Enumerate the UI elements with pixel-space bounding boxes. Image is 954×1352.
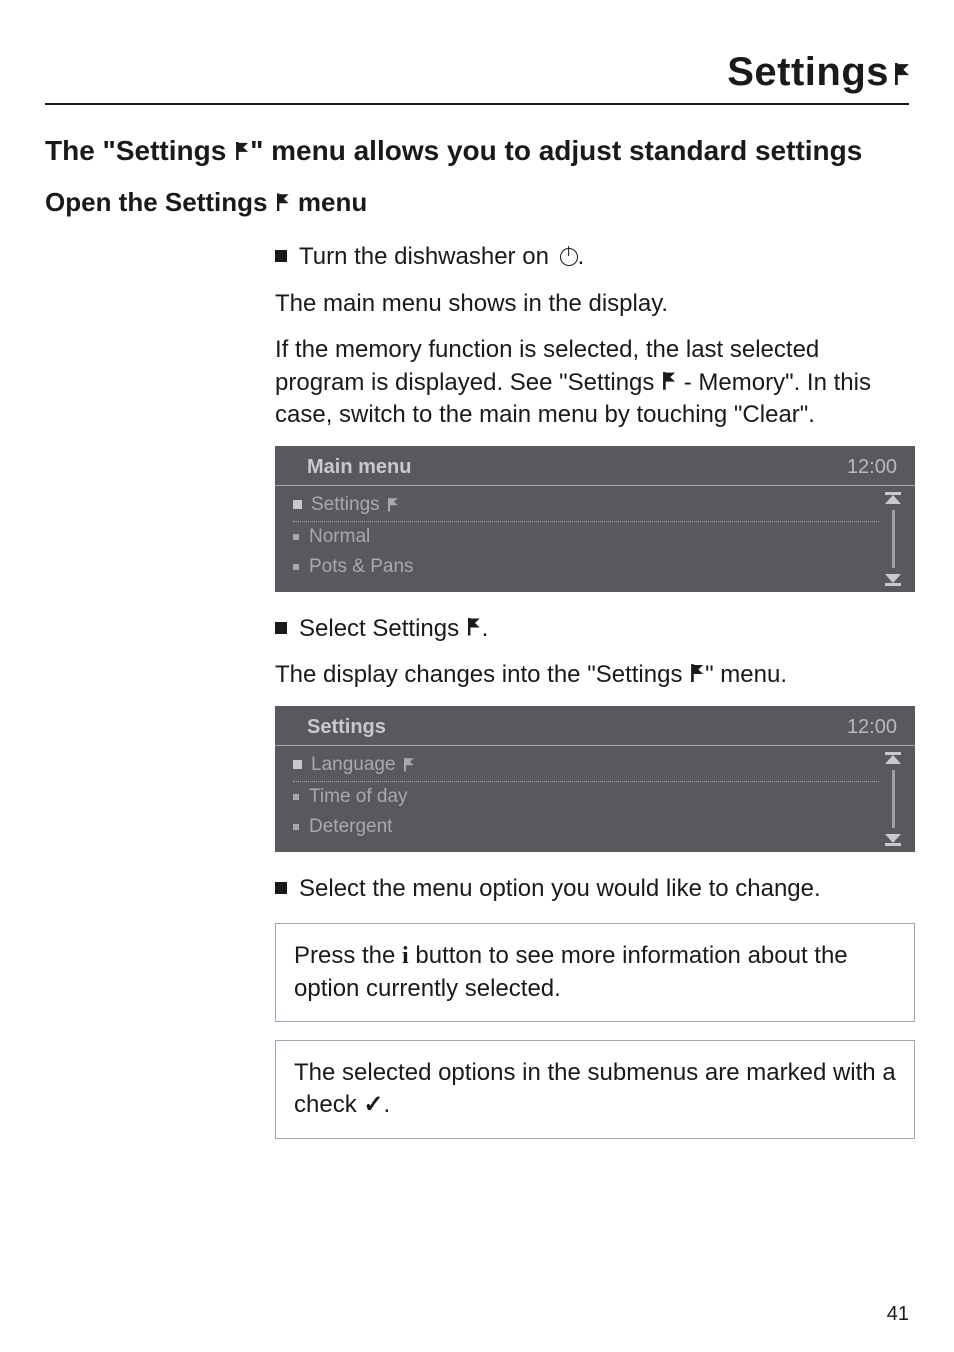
list-item[interactable]: Detergent	[293, 812, 879, 842]
check-icon: ✓	[363, 1091, 383, 1118]
bullet-icon	[275, 622, 287, 634]
flag-icon	[895, 63, 909, 85]
step-2: Select Settings .	[299, 612, 488, 646]
flag-icon	[236, 142, 248, 160]
list-item-label: Pots & Pans	[309, 556, 414, 578]
step-2-tail: .	[482, 615, 489, 642]
screen-title: Main menu	[307, 456, 411, 479]
info-note: Press the i button to see more informati…	[275, 923, 915, 1022]
list-item[interactable]: Normal	[293, 522, 879, 552]
display-main-menu: Main menu 12:00 Settings Normal Pots & P…	[275, 446, 915, 592]
list-item-label: Normal	[309, 526, 370, 548]
para-mainmenu-2: If the memory function is selected, the …	[275, 334, 915, 431]
selected-dot-icon	[293, 500, 302, 509]
sub-heading-b: menu	[291, 187, 368, 217]
flag-icon	[404, 758, 414, 772]
scroll-up-icon[interactable]	[883, 492, 903, 506]
list-item[interactable]: Settings	[293, 490, 879, 522]
list-item-label: Detergent	[309, 816, 392, 838]
scrollbar[interactable]	[883, 752, 903, 846]
list-item[interactable]: Language	[293, 750, 879, 782]
sub-heading-a: Open the Settings	[45, 187, 275, 217]
power-icon	[560, 248, 578, 266]
flag-icon	[663, 372, 675, 390]
para-mainmenu-1: The main menu shows in the display.	[275, 288, 915, 320]
bullet-icon	[275, 882, 287, 894]
intro-heading-a: The "Settings	[45, 135, 234, 166]
para-settings-b: " menu.	[705, 661, 787, 688]
info-note-a: Press the	[294, 942, 402, 969]
list-item[interactable]: Pots & Pans	[293, 552, 879, 582]
check-note: The selected options in the submenus are…	[275, 1040, 915, 1139]
scroll-down-icon[interactable]	[883, 832, 903, 846]
info-icon: i	[402, 940, 409, 972]
screen-title: Settings	[307, 716, 386, 739]
dot-icon	[293, 564, 299, 570]
para-settings-change: The display changes into the "Settings "…	[275, 659, 915, 691]
flag-icon	[691, 664, 703, 682]
list-item[interactable]: Time of day	[293, 782, 879, 812]
dot-icon	[293, 534, 299, 540]
bullet-icon	[275, 250, 287, 262]
step-1-tail: .	[578, 243, 585, 270]
intro-heading: The "Settings " menu allows you to adjus…	[45, 133, 909, 169]
page-title: Settings	[727, 50, 889, 94]
screen-time: 12:00	[847, 456, 897, 479]
selected-dot-icon	[293, 760, 302, 769]
intro-heading-b: " menu allows you to adjust standard set…	[250, 135, 862, 166]
list-item-label: Settings	[311, 494, 380, 516]
flag-icon	[277, 193, 289, 211]
scroll-track	[892, 510, 895, 568]
list-item-label: Language	[311, 754, 396, 776]
display-settings-menu: Settings 12:00 Language Time of day Dete…	[275, 706, 915, 852]
scroll-down-icon[interactable]	[883, 572, 903, 586]
sub-heading: Open the Settings menu	[45, 187, 909, 218]
dot-icon	[293, 794, 299, 800]
flag-icon	[468, 618, 480, 636]
check-note-b: .	[383, 1091, 390, 1118]
screen-time: 12:00	[847, 716, 897, 739]
step-2-text: Select Settings	[299, 615, 466, 642]
scroll-up-icon[interactable]	[883, 752, 903, 766]
scrollbar[interactable]	[883, 492, 903, 586]
step-3: Select the menu option you would like to…	[299, 872, 821, 906]
para-settings-a: The display changes into the "Settings	[275, 661, 689, 688]
list-item-label: Time of day	[309, 786, 408, 808]
scroll-track	[892, 770, 895, 828]
page-number: 41	[887, 1303, 909, 1326]
dot-icon	[293, 824, 299, 830]
step-1-text: Turn the dishwasher on	[299, 243, 556, 270]
step-1: Turn the dishwasher on .	[299, 240, 584, 274]
flag-icon	[388, 498, 398, 512]
